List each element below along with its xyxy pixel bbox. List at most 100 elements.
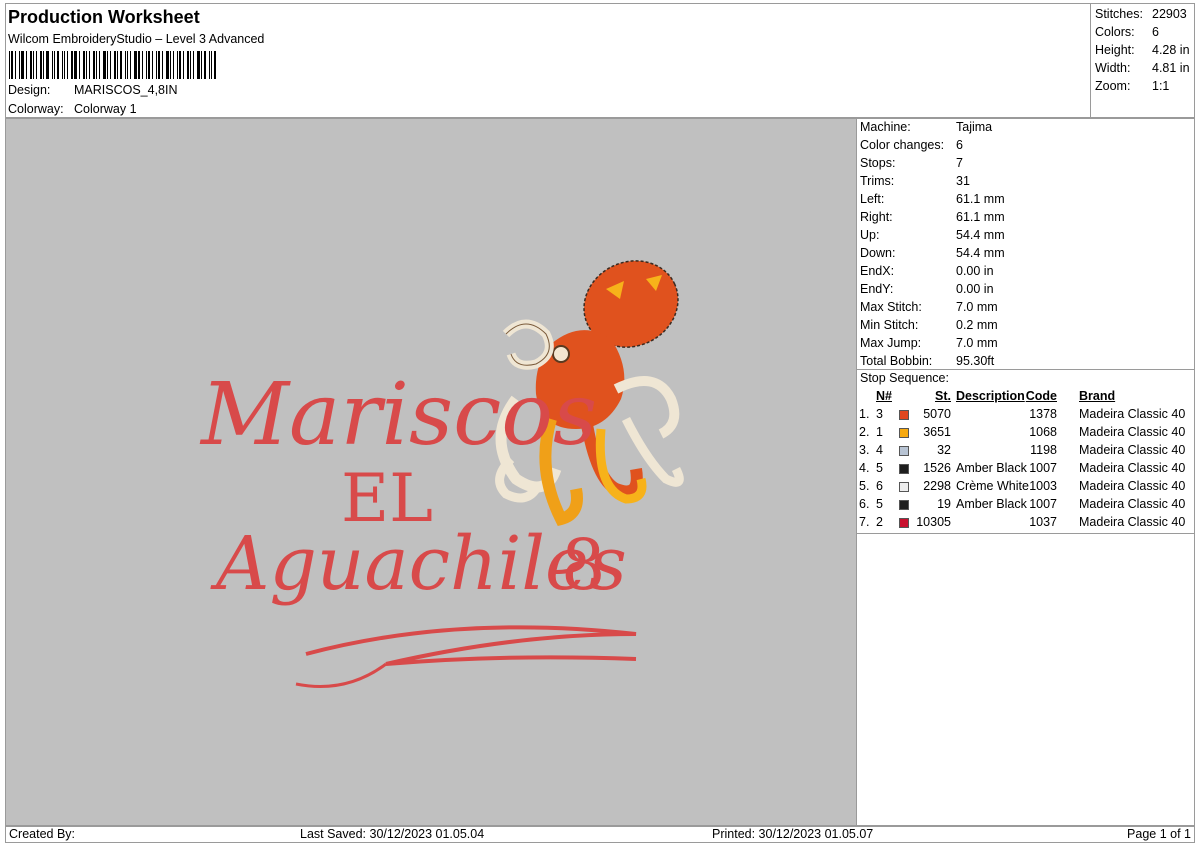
barcode-bar bbox=[40, 51, 42, 79]
thread-brand: Madeira Classic 40 bbox=[1079, 497, 1186, 511]
barcode-bar bbox=[74, 51, 77, 79]
barcode-bar bbox=[148, 51, 150, 79]
property-label: Machine: bbox=[860, 120, 911, 134]
thread-brand: Madeira Classic 40 bbox=[1079, 461, 1186, 475]
barcode-bar bbox=[89, 51, 90, 79]
thread-color-swatch bbox=[899, 482, 909, 492]
design-label: Design: bbox=[8, 83, 51, 97]
property-value: 7.0 mm bbox=[956, 300, 998, 314]
header-st: St. bbox=[935, 389, 951, 403]
barcode-bar bbox=[21, 51, 24, 79]
header-code: Code bbox=[1025, 389, 1057, 403]
header-brand: Brand bbox=[1079, 389, 1116, 403]
property-row: Total Bobbin: 95.30ft bbox=[860, 354, 994, 368]
property-label: Total Bobbin: bbox=[860, 354, 933, 368]
property-label: Color changes: bbox=[860, 138, 945, 152]
property-label: EndY: bbox=[860, 282, 894, 296]
property-label: Up: bbox=[860, 228, 880, 242]
stop-row: 1. 3 5070 1378 Madeira Classic 40 bbox=[857, 407, 1195, 425]
design-text-number: 8 bbox=[561, 524, 606, 606]
barcode-bar bbox=[86, 51, 87, 79]
property-label: Right: bbox=[860, 210, 893, 224]
barcode-bar bbox=[96, 51, 97, 79]
summary-label: Colors: bbox=[1095, 25, 1135, 39]
thread-code: 1378 bbox=[1029, 407, 1057, 421]
barcode-bar bbox=[64, 51, 65, 79]
property-row: Min Stitch: 0.2 mm bbox=[860, 318, 998, 332]
property-value: 54.4 mm bbox=[956, 228, 1005, 242]
barcode-bar bbox=[110, 51, 111, 79]
summary-value: 1:1 bbox=[1152, 79, 1170, 93]
stop-row: 4. 5 1526 Amber Black 1007 Madeira Classic 40 bbox=[857, 461, 1195, 479]
colorway-label: Colorway: bbox=[8, 102, 64, 116]
barcode-bar bbox=[204, 51, 206, 79]
property-value: Tajima bbox=[956, 120, 993, 134]
summary-value: 22903 bbox=[1152, 7, 1187, 21]
barcode-bar bbox=[134, 51, 137, 79]
thread-color-swatch bbox=[899, 428, 909, 438]
thread-description: Amber Black bbox=[956, 461, 1027, 475]
stop-index: 6. bbox=[859, 497, 870, 511]
barcode-bar bbox=[156, 51, 157, 79]
summary-row-zoom: Zoom: 1:1 bbox=[1095, 79, 1169, 93]
last-saved: Last Saved: 30/12/2023 01.05.04 bbox=[300, 827, 485, 841]
stitch-count: 3651 bbox=[923, 425, 951, 439]
barcode-bar bbox=[93, 51, 95, 79]
barcode-bar bbox=[62, 51, 63, 79]
stop-row: 2. 1 3651 1068 Madeira Classic 40 bbox=[857, 425, 1195, 443]
barcode-bar bbox=[114, 51, 116, 79]
barcode-bar bbox=[120, 51, 122, 79]
barcode-bar bbox=[177, 51, 178, 79]
barcode-bar bbox=[125, 51, 126, 79]
header-description: Description bbox=[956, 389, 1025, 403]
barcode-bar bbox=[201, 51, 202, 79]
barcode-bar bbox=[43, 51, 44, 79]
design-preview: Mariscos EL Aguachiles 8 bbox=[5, 118, 857, 826]
barcode-bar bbox=[67, 51, 68, 79]
barcode-bar bbox=[103, 51, 106, 79]
property-row: Machine: Tajima bbox=[860, 120, 992, 134]
colorway-value: Colorway 1 bbox=[74, 102, 137, 116]
barcode-bar bbox=[197, 51, 200, 79]
design-flourish bbox=[305, 625, 637, 666]
thread-color-swatch bbox=[899, 500, 909, 510]
stop-index: 2. bbox=[859, 425, 870, 439]
stitch-count: 2298 bbox=[923, 479, 951, 493]
barcode-bar bbox=[11, 51, 13, 79]
thread-description: Crème White bbox=[956, 479, 1029, 493]
barcode-bar bbox=[170, 51, 171, 79]
barcode-bar bbox=[214, 51, 216, 79]
stop-sequence-header: N# St. Description Code Brand bbox=[857, 389, 1195, 407]
design-value: MARISCOS_4,8IN bbox=[74, 83, 178, 97]
property-label: EndX: bbox=[860, 264, 895, 278]
property-label: Trims: bbox=[860, 174, 895, 188]
property-row: EndX: 0.00 in bbox=[860, 264, 994, 278]
property-row: Max Jump: 7.0 mm bbox=[860, 336, 998, 350]
page-title: Production Worksheet bbox=[8, 7, 200, 27]
barcode-bar bbox=[127, 51, 128, 79]
property-value: 31 bbox=[956, 174, 970, 188]
created-by: Created By: bbox=[9, 827, 76, 841]
barcode-bar bbox=[211, 51, 212, 79]
thread-description: Amber Black bbox=[956, 497, 1027, 511]
thread-brand: Madeira Classic 40 bbox=[1079, 443, 1186, 457]
thread-brand: Madeira Classic 40 bbox=[1079, 425, 1186, 439]
summary-label: Height: bbox=[1095, 43, 1135, 57]
thread-code: 1007 bbox=[1029, 497, 1057, 511]
stitch-count: 32 bbox=[937, 443, 951, 457]
property-value: 61.1 mm bbox=[956, 210, 1005, 224]
barcode-bar bbox=[179, 51, 181, 79]
property-row: Up: 54.4 mm bbox=[860, 228, 1005, 242]
summary-label: Width: bbox=[1095, 61, 1131, 75]
stop-row: 6. 5 19 Amber Black 1007 Madeira Classic 40 bbox=[857, 497, 1195, 515]
thread-brand: Madeira Classic 40 bbox=[1079, 515, 1186, 529]
worksheet-footer: Created By: Last Saved: 30/12/2023 01.05… bbox=[5, 826, 1195, 843]
summary-value: 6 bbox=[1152, 25, 1159, 39]
needle-number: 5 bbox=[876, 497, 883, 511]
thread-code: 1198 bbox=[1030, 443, 1057, 457]
barcode-bar bbox=[183, 51, 184, 79]
property-value: 7 bbox=[956, 156, 963, 170]
design-text-line-1: Mariscos bbox=[199, 365, 597, 465]
property-row: Trims: 31 bbox=[860, 174, 970, 188]
barcode-bar bbox=[158, 51, 160, 79]
